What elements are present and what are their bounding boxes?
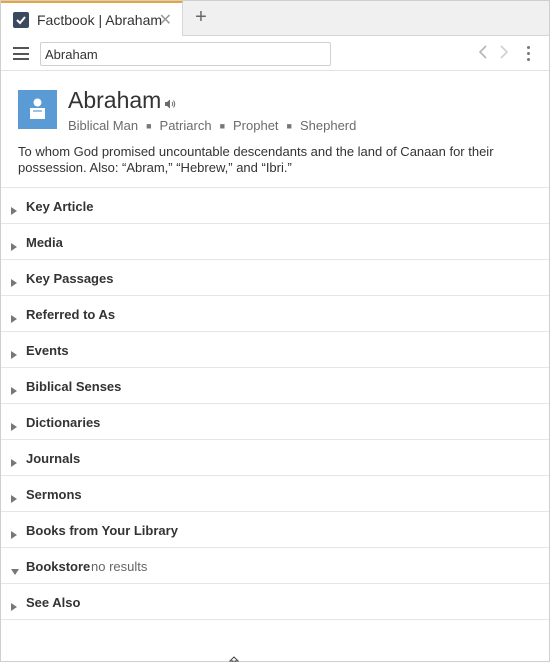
section-label: Key Article <box>26 199 94 214</box>
section-status: no results <box>91 559 148 574</box>
close-icon[interactable]: ✕ <box>159 10 172 30</box>
expand-arrow-icon <box>11 238 17 256</box>
chevron-right-icon[interactable] <box>499 44 509 65</box>
expand-arrow-icon <box>11 454 17 472</box>
separator-dot-icon: ■ <box>286 120 292 131</box>
section-dictionaries[interactable]: Dictionaries <box>1 403 549 439</box>
tab-title: Factbook | Abraham <box>37 11 163 28</box>
section-biblical-senses[interactable]: Biblical Senses <box>1 367 549 403</box>
section-label: Books from Your Library <box>26 523 178 538</box>
plus-icon[interactable]: + <box>191 6 211 29</box>
collapse-arrow-icon <box>11 562 19 580</box>
expand-arrow-icon <box>11 598 17 616</box>
section-media[interactable]: Media <box>1 223 549 259</box>
tab-factbook[interactable]: Factbook | Abraham ✕ <box>1 1 183 36</box>
category-link[interactable]: Patriarch <box>160 118 212 133</box>
category-list: Biblical Man ■ Patriarch ■ Prophet ■ She… <box>68 118 356 133</box>
section-see-also[interactable]: See Also <box>1 583 549 619</box>
expand-arrow-icon <box>11 526 17 544</box>
checkbox-icon <box>13 11 29 28</box>
expand-arrow-icon <box>11 274 17 292</box>
separator-dot-icon: ■ <box>146 120 152 131</box>
section-journals[interactable]: Journals <box>1 439 549 475</box>
separator-dot-icon: ■ <box>219 120 225 131</box>
chevron-left-icon[interactable] <box>478 44 488 65</box>
expand-arrow-icon <box>11 418 17 436</box>
section-label: Biblical Senses <box>26 379 122 394</box>
resize-handle-icon[interactable] <box>228 653 240 662</box>
category-link[interactable]: Biblical Man <box>68 118 138 133</box>
page-title: Abraham <box>68 87 162 113</box>
hamburger-menu-icon[interactable] <box>13 47 29 60</box>
section-referred-to-as[interactable]: Referred to As <box>1 295 549 331</box>
expand-arrow-icon <box>11 202 17 220</box>
section-key-article[interactable]: Key Article <box>1 187 549 223</box>
expand-arrow-icon <box>11 346 17 364</box>
factbook-panel: Factbook | Abraham ✕ + Abraham Abraham B… <box>0 0 550 662</box>
entity-description: To whom God promised uncountable descend… <box>18 144 494 175</box>
expand-arrow-icon <box>11 490 17 508</box>
section-key-passages[interactable]: Key Passages <box>1 259 549 295</box>
section-label: Sermons <box>26 487 82 502</box>
section-label: Events <box>26 343 69 358</box>
speaker-icon[interactable] <box>164 96 176 114</box>
expand-arrow-icon <box>11 382 17 400</box>
section-label: See Also <box>26 595 81 610</box>
section-bookstore[interactable]: Bookstore no results <box>1 547 549 583</box>
toolbar <box>1 36 549 71</box>
section-events[interactable]: Events <box>1 331 549 367</box>
section-label: Referred to As <box>26 307 116 322</box>
section-list: Key Article Media Key Passages Referred … <box>1 187 549 620</box>
section-sermons[interactable]: Sermons <box>1 475 549 511</box>
category-link[interactable]: Prophet <box>233 118 279 133</box>
section-label: Key Passages <box>26 271 114 286</box>
section-books-from-your-library[interactable]: Books from Your Library <box>1 511 549 547</box>
search-input[interactable] <box>40 42 331 66</box>
person-icon <box>18 90 57 129</box>
divider <box>1 619 549 620</box>
section-label: Bookstore <box>26 559 91 574</box>
category-link[interactable]: Shepherd <box>300 118 356 133</box>
section-label: Media <box>26 235 63 250</box>
tab-bar: Factbook | Abraham ✕ + <box>1 1 549 36</box>
section-label: Dictionaries <box>26 415 101 430</box>
kebab-menu-icon[interactable] <box>527 46 531 64</box>
section-label: Journals <box>26 451 81 466</box>
expand-arrow-icon <box>11 310 17 328</box>
